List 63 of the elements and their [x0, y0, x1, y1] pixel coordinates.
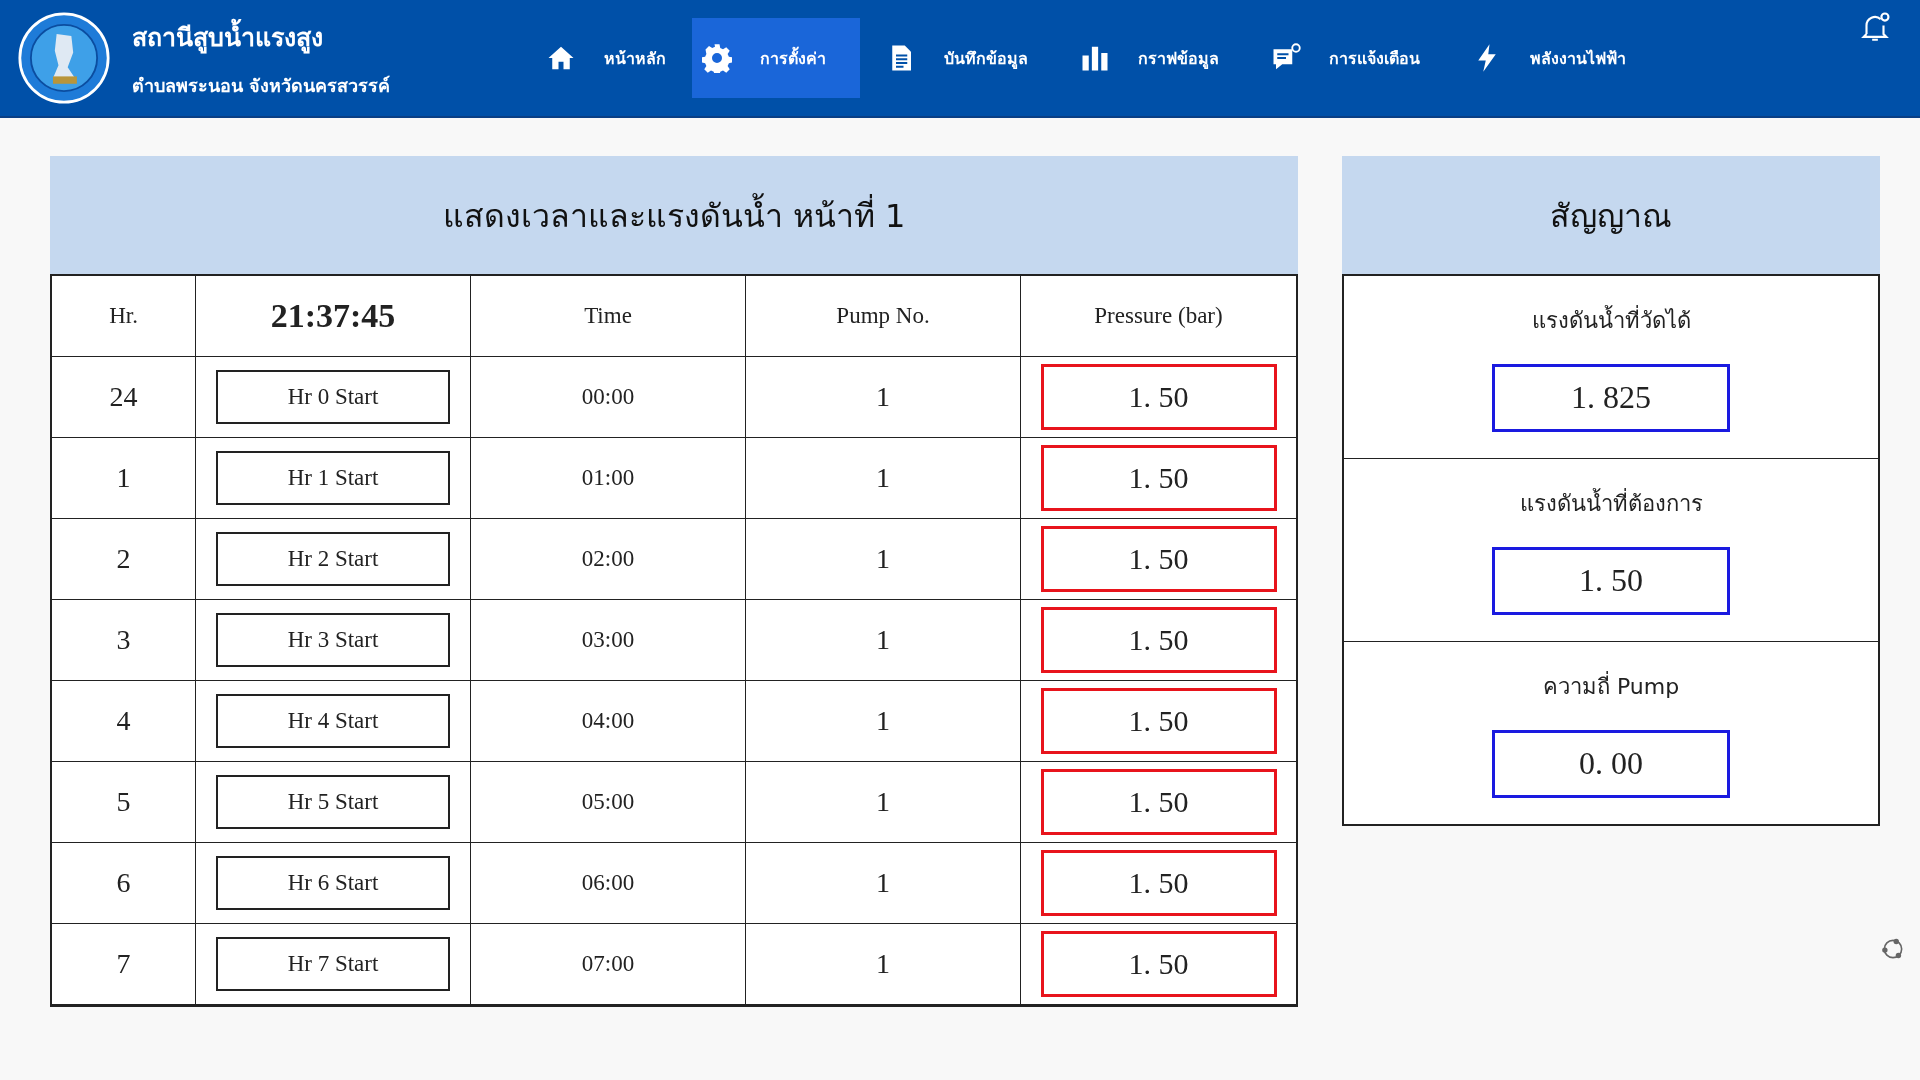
start-button[interactable]: Hr 0 Start [216, 370, 450, 424]
clock-text: 21:37:45 [195, 276, 471, 357]
nav-tab[interactable]: กราฟข้อมูล [1054, 18, 1245, 98]
nav-tab[interactable]: การแจ้งเตือน [1245, 18, 1446, 98]
start-button[interactable]: Hr 2 Start [216, 532, 450, 586]
site-title: สถานีสูบน้ำแรงสูง [132, 16, 391, 57]
table-cell: 04:00 [470, 680, 746, 762]
table-cell: 7 [52, 923, 196, 1005]
table-cell: 1 [745, 923, 1021, 1005]
table-cell: 1 [745, 680, 1021, 762]
table-cell: 24 [52, 356, 196, 438]
column-header: Pump No. [745, 276, 1021, 357]
emblem-icon [18, 12, 110, 104]
nav-tab[interactable]: หน้าหลัก [520, 18, 692, 98]
nav-tab[interactable]: บันทึกข้อมูล [860, 18, 1054, 98]
table-cell: 1 [745, 518, 1021, 600]
nav-tab[interactable]: การตั้งค่า [692, 18, 860, 98]
pressure-field[interactable]: 1. 50 [1040, 931, 1277, 997]
panel-title: สัญญาณ [1550, 195, 1672, 237]
start-button[interactable]: Hr 3 Start [216, 613, 450, 667]
table-cell: 03:00 [470, 599, 746, 681]
signal-label: แรงดันน้ำที่วัดได้ [1531, 304, 1691, 335]
column-header: Hr. [52, 276, 196, 357]
table-cell: 6 [52, 842, 196, 924]
start-button[interactable]: Hr 6 Start [216, 856, 450, 910]
start-button[interactable]: Hr 1 Start [216, 451, 450, 505]
table-cell: 06:00 [470, 842, 746, 924]
signal-value-field[interactable]: 1. 825 [1492, 363, 1730, 432]
table-cell: 05:00 [470, 761, 746, 843]
pressure-field[interactable]: 1. 50 [1040, 688, 1277, 754]
signal-label: ความถี่ Pump [1542, 670, 1680, 701]
table-cell: 00:00 [470, 356, 746, 438]
start-button[interactable]: Hr 5 Start [216, 775, 450, 829]
pressure-field[interactable]: 1. 50 [1040, 526, 1277, 592]
table-cell: 02:00 [470, 518, 746, 600]
column-header: Time [470, 276, 746, 357]
signal-value-field[interactable]: 0. 00 [1492, 729, 1730, 798]
table-cell: 1 [52, 437, 196, 519]
signal-label: แรงดันน้ำที่ต้องการ [1519, 487, 1703, 518]
column-header: Pressure (bar) [1020, 276, 1296, 357]
site-subtitle: ตำบลพระนอน จังหวัดนครสวรรค์ [132, 73, 391, 98]
table-cell: 1 [745, 599, 1021, 681]
panel-title: แสดงเวลาและแรงดันน้ำ หน้าที่ 1 [442, 189, 906, 241]
table-cell: 5 [52, 761, 196, 843]
pressure-field[interactable]: 1. 50 [1040, 445, 1277, 511]
table-cell: 4 [52, 680, 196, 762]
table-cell: 3 [52, 599, 196, 681]
table-cell: 1 [745, 842, 1021, 924]
table-cell: 2 [52, 518, 196, 600]
start-button[interactable]: Hr 7 Start [216, 937, 450, 991]
start-button[interactable]: Hr 4 Start [216, 694, 450, 748]
table-cell: 1 [745, 437, 1021, 519]
nav-tab[interactable]: พลังงานไฟฟ้า [1446, 18, 1652, 98]
pressure-field[interactable]: 1. 50 [1040, 364, 1277, 430]
table-cell: 01:00 [470, 437, 746, 519]
signal-value-field[interactable]: 1. 50 [1492, 546, 1730, 615]
pressure-field[interactable]: 1. 50 [1040, 850, 1277, 916]
table-cell: 1 [745, 356, 1021, 438]
settings-icon [702, 43, 732, 73]
pressure-field[interactable]: 1. 50 [1040, 769, 1277, 835]
table-cell: 07:00 [470, 923, 746, 1005]
pressure-field[interactable]: 1. 50 [1040, 607, 1277, 673]
table-cell: 1 [745, 761, 1021, 843]
